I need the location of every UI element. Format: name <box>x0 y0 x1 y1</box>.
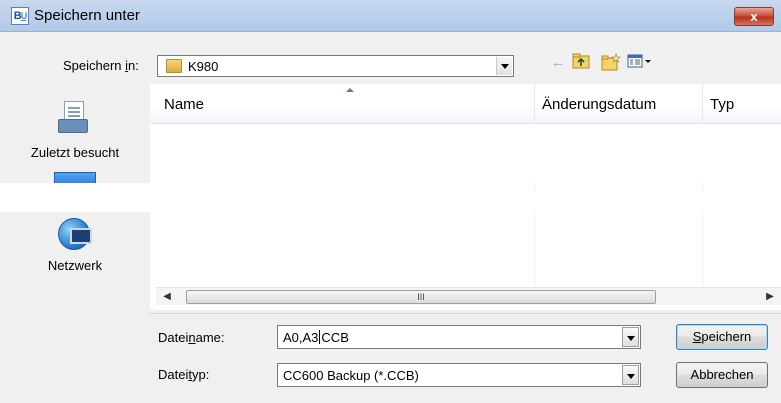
filetype-select[interactable]: CC600 Backup (*.CCB) <box>277 363 641 387</box>
close-icon: x <box>750 9 758 24</box>
column-guide <box>534 181 535 193</box>
column-divider[interactable] <box>702 84 703 124</box>
chevron-down-icon[interactable] <box>496 57 512 75</box>
scroll-right-icon[interactable]: ▶ <box>763 290 777 304</box>
new-folder-icon[interactable] <box>601 53 621 71</box>
sidebar-item-label: Netzwerk <box>47 258 103 273</box>
divider <box>150 313 781 314</box>
chevron-down-icon[interactable] <box>622 365 639 385</box>
cancel-button[interactable]: Abbrechen <box>676 362 768 388</box>
column-header-name[interactable]: Name <box>164 96 204 113</box>
save-button[interactable]: Speichern <box>676 324 768 350</box>
column-header-type[interactable]: Typ <box>710 96 734 113</box>
filename-label: Dateiname: <box>158 330 225 345</box>
filetype-value: CC600 Backup (*.CCB) <box>283 368 419 383</box>
column-divider[interactable] <box>534 84 535 124</box>
sidebar-item-label: Zuletzt besucht <box>30 145 120 160</box>
views-menu-icon[interactable] <box>627 53 653 71</box>
scroll-left-icon[interactable]: ◀ <box>160 290 174 304</box>
title-bar[interactable]: BU Speichern unter x <box>0 0 781 32</box>
network-icon <box>56 216 94 252</box>
scrollbar-thumb[interactable]: III <box>186 290 656 304</box>
filename-value: A0,A3 CCB <box>283 330 349 345</box>
sidebar-item-network[interactable]: Netzwerk <box>0 216 150 273</box>
save-in-dropdown[interactable]: K980 <box>157 55 514 77</box>
recent-places-icon <box>58 99 92 135</box>
back-arrow-icon[interactable]: ← <box>548 53 568 71</box>
app-icon: BU <box>11 7 29 25</box>
column-guide <box>702 181 703 193</box>
up-folder-icon[interactable] <box>571 53 591 71</box>
horizontal-scrollbar[interactable]: ◀ III ▶ <box>156 287 781 305</box>
column-guide <box>702 210 703 290</box>
window-title: Speichern unter <box>34 7 140 24</box>
save-as-dialog: BU Speichern unter x Speichern in: K980 … <box>0 0 781 403</box>
column-guide <box>534 210 535 290</box>
current-folder: K980 <box>188 59 219 74</box>
folder-icon <box>166 59 182 73</box>
sort-ascending-icon <box>346 88 354 92</box>
sidebar-gap <box>0 183 152 212</box>
column-header-date[interactable]: Änderungsdatum <box>542 96 656 113</box>
close-button[interactable]: x <box>734 7 774 26</box>
file-list-header: Name Änderungsdatum Typ <box>150 84 781 124</box>
filename-input[interactable]: A0,A3 CCB <box>277 325 641 349</box>
sidebar-item-recent[interactable]: Zuletzt besucht <box>0 99 150 160</box>
save-in-label: Speichern in: <box>63 58 139 73</box>
filetype-label: Dateityp: <box>158 367 210 382</box>
chevron-down-icon[interactable] <box>622 327 639 347</box>
file-list[interactable]: Name Änderungsdatum Typ <box>150 84 781 310</box>
